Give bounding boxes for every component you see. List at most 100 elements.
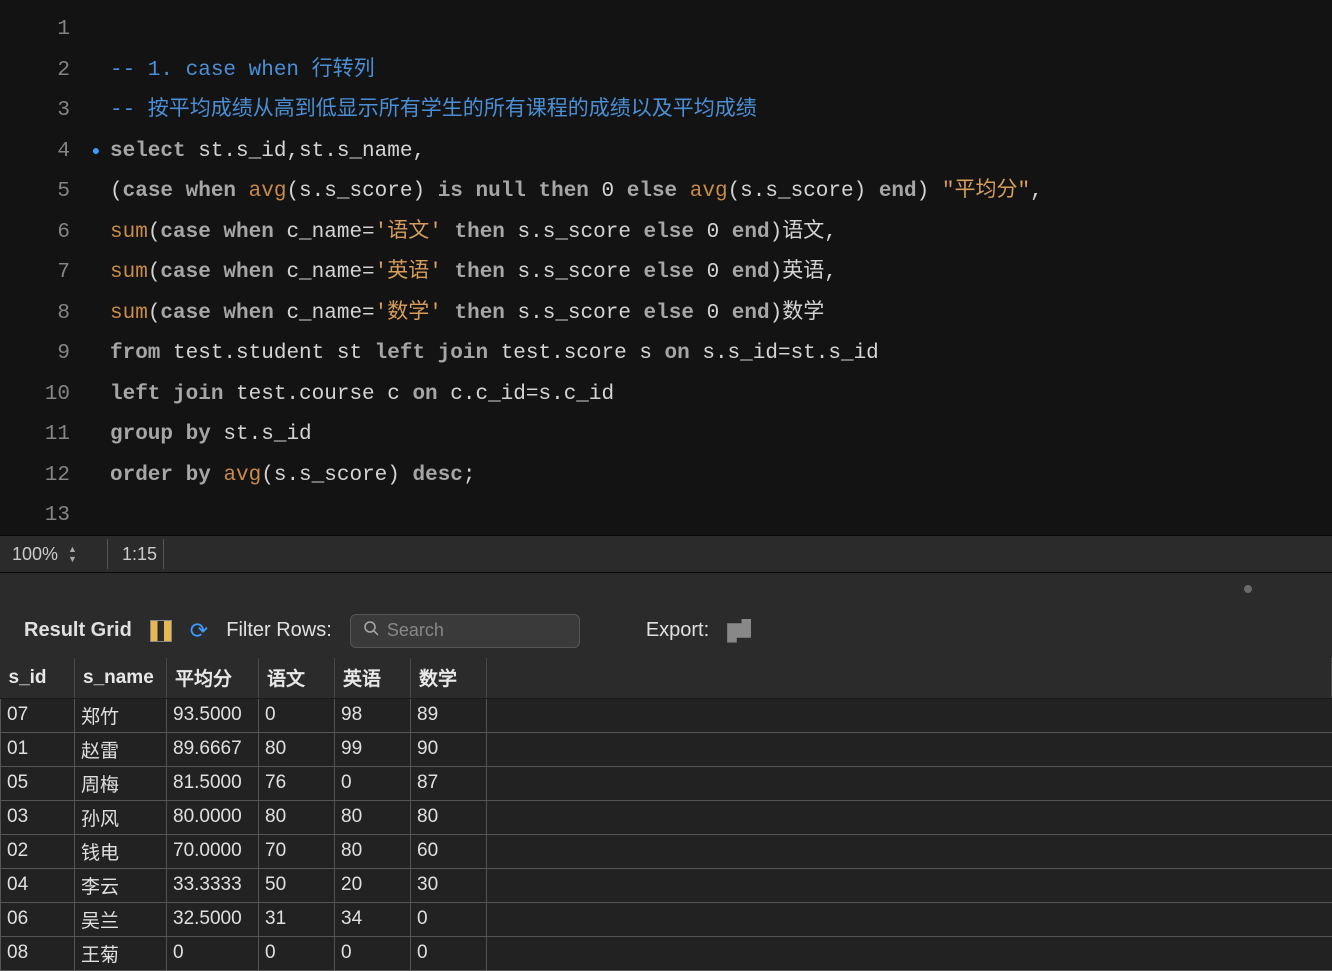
refresh-icon[interactable]: ⟳ [190, 618, 208, 644]
table-cell[interactable]: 08 [1, 936, 75, 970]
table-cell[interactable]: 李云 [75, 868, 167, 902]
column-header[interactable]: 语文 [259, 658, 335, 698]
status-bar: 100% ▲▼ 1:15 [0, 535, 1332, 573]
panel-divider[interactable] [0, 573, 1332, 603]
code-line[interactable]: -- 1. case when 行转列 [110, 51, 1043, 92]
line-number: 13 [0, 496, 70, 535]
table-cell[interactable]: 02 [1, 834, 75, 868]
code-line[interactable]: sum(case when c_name='数学' then s.s_score… [110, 294, 1043, 335]
cell-filler [487, 800, 1332, 834]
table-cell[interactable]: 0 [167, 936, 259, 970]
zoom-level[interactable]: 100% [12, 544, 58, 565]
table-cell[interactable]: 吴兰 [75, 902, 167, 936]
table-cell[interactable]: 04 [1, 868, 75, 902]
cell-filler [487, 732, 1332, 766]
table-cell[interactable]: 0 [259, 698, 335, 732]
column-header[interactable]: s_name [75, 658, 167, 698]
table-cell[interactable]: 80 [335, 834, 411, 868]
line-number: 1 [0, 10, 70, 51]
table-cell[interactable]: 07 [1, 698, 75, 732]
table-cell[interactable]: 80 [411, 800, 487, 834]
table-cell[interactable]: 50 [259, 868, 335, 902]
code-line[interactable]: -- 按平均成绩从高到低显示所有学生的所有课程的成绩以及平均成绩 [110, 91, 1043, 132]
table-cell[interactable]: 34 [335, 902, 411, 936]
result-body: 07郑竹93.50000988901赵雷89.666780999005周梅81.… [1, 698, 1332, 970]
zoom-stepper[interactable]: ▲▼ [68, 544, 77, 564]
code-line[interactable]: left join test.course c on c.c_id=s.c_id [110, 375, 1043, 416]
code-line[interactable] [110, 10, 1043, 51]
code-area[interactable]: -- 1. case when 行转列-- 按平均成绩从高到低显示所有学生的所有… [110, 0, 1043, 535]
table-cell[interactable]: 王菊 [75, 936, 167, 970]
code-editor[interactable]: 12345678910111213 ● -- 1. case when 行转列-… [0, 0, 1332, 535]
table-cell[interactable]: 郑竹 [75, 698, 167, 732]
result-grid[interactable]: s_ids_name平均分语文英语数学 07郑竹93.50000988901赵雷… [0, 658, 1332, 971]
search-box[interactable] [350, 614, 580, 648]
table-cell[interactable]: 70.0000 [167, 834, 259, 868]
table-row[interactable]: 02钱电70.0000708060 [1, 834, 1332, 868]
table-cell[interactable]: 99 [335, 732, 411, 766]
code-line[interactable]: select st.s_id,st.s_name, [110, 132, 1043, 173]
table-cell[interactable]: 孙风 [75, 800, 167, 834]
grid-view-icon[interactable] [150, 620, 172, 642]
code-line[interactable] [110, 496, 1043, 535]
table-cell[interactable]: 89 [411, 698, 487, 732]
separator [163, 539, 164, 569]
line-number: 12 [0, 456, 70, 497]
table-cell[interactable]: 20 [335, 868, 411, 902]
code-line[interactable]: sum(case when c_name='语文' then s.s_score… [110, 213, 1043, 254]
table-cell[interactable]: 80 [259, 800, 335, 834]
column-header[interactable]: 英语 [335, 658, 411, 698]
table-row[interactable]: 06吴兰32.500031340 [1, 902, 1332, 936]
cell-filler [487, 766, 1332, 800]
table-cell[interactable]: 32.5000 [167, 902, 259, 936]
table-cell[interactable]: 03 [1, 800, 75, 834]
table-cell[interactable]: 33.3333 [167, 868, 259, 902]
table-cell[interactable]: 87 [411, 766, 487, 800]
result-table: s_ids_name平均分语文英语数学 07郑竹93.50000988901赵雷… [0, 658, 1332, 971]
table-cell[interactable]: 06 [1, 902, 75, 936]
table-cell[interactable]: 31 [259, 902, 335, 936]
table-cell[interactable]: 81.5000 [167, 766, 259, 800]
column-header[interactable]: s_id [1, 658, 75, 698]
table-cell[interactable]: 0 [411, 936, 487, 970]
table-cell[interactable]: 93.5000 [167, 698, 259, 732]
table-cell[interactable]: 98 [335, 698, 411, 732]
table-cell[interactable]: 0 [259, 936, 335, 970]
line-number: 10 [0, 375, 70, 416]
table-row[interactable]: 03孙风80.0000808080 [1, 800, 1332, 834]
table-cell[interactable]: 89.6667 [167, 732, 259, 766]
table-cell[interactable]: 80 [259, 732, 335, 766]
cell-filler [487, 902, 1332, 936]
table-cell[interactable]: 01 [1, 732, 75, 766]
code-line[interactable]: sum(case when c_name='英语' then s.s_score… [110, 253, 1043, 294]
table-cell[interactable]: 0 [411, 902, 487, 936]
table-cell[interactable]: 80 [335, 800, 411, 834]
table-row[interactable]: 04李云33.3333502030 [1, 868, 1332, 902]
export-icon[interactable] [727, 619, 751, 643]
code-line[interactable]: from test.student st left join test.scor… [110, 334, 1043, 375]
code-line[interactable]: order by avg(s.s_score) desc; [110, 456, 1043, 497]
column-header[interactable]: 平均分 [167, 658, 259, 698]
table-cell[interactable]: 钱电 [75, 834, 167, 868]
table-cell[interactable]: 70 [259, 834, 335, 868]
code-line[interactable]: (case when avg(s.s_score) is null then 0… [110, 172, 1043, 213]
table-row[interactable]: 07郑竹93.500009889 [1, 698, 1332, 732]
table-cell[interactable]: 0 [335, 936, 411, 970]
table-row[interactable]: 08王菊0000 [1, 936, 1332, 970]
table-cell[interactable]: 60 [411, 834, 487, 868]
table-cell[interactable]: 80.0000 [167, 800, 259, 834]
table-row[interactable]: 01赵雷89.6667809990 [1, 732, 1332, 766]
table-cell[interactable]: 周梅 [75, 766, 167, 800]
column-header[interactable]: 数学 [411, 658, 487, 698]
line-number: 6 [0, 213, 70, 254]
line-number: 2 [0, 51, 70, 92]
table-cell[interactable]: 0 [335, 766, 411, 800]
table-cell[interactable]: 05 [1, 766, 75, 800]
search-input[interactable] [387, 620, 567, 641]
table-cell[interactable]: 赵雷 [75, 732, 167, 766]
table-cell[interactable]: 30 [411, 868, 487, 902]
table-cell[interactable]: 76 [259, 766, 335, 800]
table-cell[interactable]: 90 [411, 732, 487, 766]
code-line[interactable]: group by st.s_id [110, 415, 1043, 456]
table-row[interactable]: 05周梅81.500076087 [1, 766, 1332, 800]
